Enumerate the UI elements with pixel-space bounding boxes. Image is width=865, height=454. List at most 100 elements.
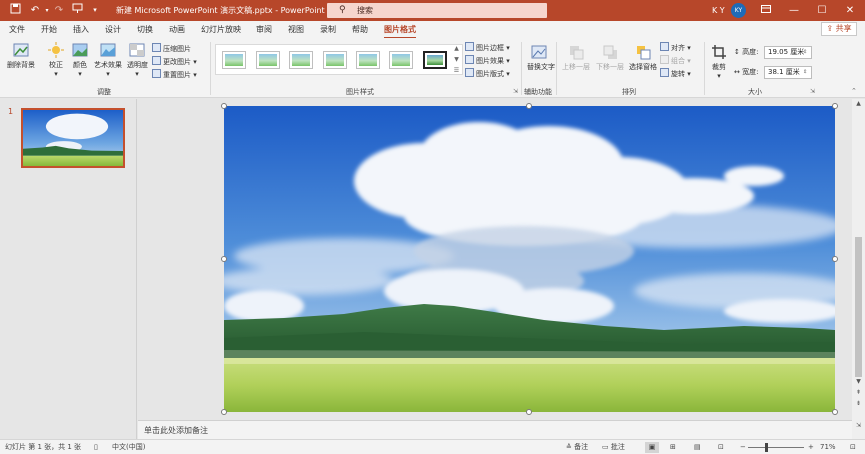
gallery-down-icon[interactable]: ▼ (452, 54, 461, 65)
align-button[interactable]: 对齐 ▾ (660, 42, 691, 53)
zoom-slider-thumb[interactable] (765, 443, 768, 452)
selection-pane-button[interactable]: 选择窗格 (627, 44, 659, 72)
color-button[interactable]: 颜色 ▾ (70, 42, 90, 78)
style-thumbnail[interactable] (256, 51, 280, 69)
resize-handle-nw[interactable] (221, 103, 227, 109)
avatar[interactable]: KY (731, 3, 746, 18)
tab-file[interactable]: 文件 (9, 23, 25, 37)
normal-view-icon[interactable]: ▣ (645, 442, 659, 453)
style-thumbnail[interactable] (423, 51, 447, 69)
scroll-down-icon[interactable]: ▼ (852, 378, 865, 385)
picture-effects-button[interactable]: 图片效果 ▾ (465, 55, 510, 66)
style-thumbnail[interactable] (356, 51, 380, 69)
fit-to-window-icon[interactable]: ⊡ (850, 442, 856, 453)
comments-toggle[interactable]: ▭ 批注 (602, 442, 625, 453)
bring-forward-button[interactable]: 上移一层 (560, 44, 592, 72)
close-icon[interactable]: ✕ (836, 0, 864, 21)
corrections-button[interactable]: 校正 ▾ (44, 42, 68, 78)
tab-record[interactable]: 录制 (320, 23, 336, 37)
transparency-dropdown-icon: ▾ (135, 70, 139, 78)
tab-view[interactable]: 视图 (288, 23, 304, 37)
tab-animations[interactable]: 动画 (169, 23, 185, 37)
slide-thumbnail[interactable] (21, 108, 125, 168)
search-box[interactable]: ⚲ 搜索 (327, 3, 547, 18)
picture-styles-gallery[interactable] (215, 44, 463, 75)
slide-sorter-icon[interactable]: ⊞ (670, 442, 676, 453)
resize-handle-se[interactable] (832, 409, 838, 415)
previous-slide-icon[interactable]: ⇞ (852, 389, 865, 396)
tab-design[interactable]: 设计 (105, 23, 121, 37)
send-backward-icon (603, 45, 617, 59)
crop-dropdown-icon: ▾ (717, 72, 721, 80)
remove-background-button[interactable]: 删除背景 (4, 42, 38, 70)
change-picture-button[interactable]: 更改图片 ▾ (152, 56, 197, 67)
tab-insert[interactable]: 插入 (73, 23, 89, 37)
gallery-up-icon[interactable]: ▲ (452, 43, 461, 54)
scroll-up-icon[interactable]: ▲ (852, 100, 865, 107)
notes-pane[interactable]: 单击此处添加备注 (138, 420, 852, 439)
gallery-more-icon[interactable]: ☰ (452, 65, 461, 76)
resize-handle-w[interactable] (221, 256, 227, 262)
zoom-level[interactable]: 71% (820, 442, 836, 453)
width-spinner[interactable]: ⇳ (803, 67, 807, 78)
style-thumbnail[interactable] (389, 51, 413, 69)
corrections-dropdown-icon: ▾ (54, 70, 58, 78)
style-thumbnail[interactable] (323, 51, 347, 69)
zoom-out-icon[interactable]: − (740, 442, 746, 453)
group-label-adjust: 调整 (97, 88, 111, 96)
ribbon-display-icon[interactable] (752, 0, 780, 21)
send-backward-button[interactable]: 下移一层 (594, 44, 626, 72)
minimize-icon[interactable]: — (780, 0, 808, 21)
artistic-effects-button[interactable]: 艺术效果 ▾ (93, 42, 123, 78)
present-icon[interactable] (70, 3, 84, 18)
notes-toggle[interactable]: ≙ 备注 (566, 442, 588, 453)
size-dialog-launcher-icon[interactable]: ⇲ (810, 88, 815, 95)
tab-help[interactable]: 帮助 (352, 23, 368, 37)
style-thumbnail[interactable] (222, 51, 246, 69)
slideshow-view-icon[interactable]: ⊡ (718, 442, 724, 453)
picture-layout-button[interactable]: 图片版式 ▾ (465, 68, 510, 79)
height-spinner[interactable]: ⇳ (803, 47, 807, 58)
resize-handle-n[interactable] (526, 103, 532, 109)
tab-slideshow[interactable]: 幻灯片放映 (201, 23, 241, 37)
reset-picture-button[interactable]: 重置图片 ▾ (152, 69, 197, 80)
accessibility-check-icon[interactable]: ▯ (94, 442, 98, 453)
fit-slide-icon[interactable]: ⇲ (852, 422, 865, 429)
next-slide-icon[interactable]: ⇟ (852, 400, 865, 407)
reset-picture-icon (152, 69, 161, 78)
resize-handle-s[interactable] (526, 409, 532, 415)
vertical-scrollbar[interactable]: ▲ ▼ ⇞ ⇟ ⇲ (852, 99, 865, 439)
customize-toolbar-icon[interactable]: ▾ (88, 3, 102, 18)
resize-handle-sw[interactable] (221, 409, 227, 415)
zoom-slider[interactable] (748, 447, 804, 448)
group-button[interactable]: 组合 ▾ (660, 55, 691, 66)
slide-number: 1 (8, 107, 14, 116)
crop-button[interactable]: 裁剪 ▾ (708, 44, 730, 80)
resize-handle-ne[interactable] (832, 103, 838, 109)
transparency-button[interactable]: 透明度 ▾ (127, 42, 148, 78)
share-button[interactable]: ⇪ 共享 (821, 22, 857, 36)
user-name[interactable]: K Y (712, 4, 725, 17)
alt-text-button[interactable]: 替换文字 (527, 44, 555, 72)
slide-picture[interactable] (224, 106, 835, 412)
redo-icon[interactable]: ↷ (52, 3, 66, 18)
style-thumbnail[interactable] (289, 51, 313, 69)
tab-transitions[interactable]: 切换 (137, 23, 153, 37)
picture-border-button[interactable]: 图片边框 ▾ (465, 42, 510, 53)
dialog-launcher-icon[interactable]: ⇲ (513, 88, 518, 95)
save-icon[interactable] (8, 3, 22, 18)
align-icon (660, 42, 669, 51)
maximize-icon[interactable]: ☐ (808, 0, 836, 21)
zoom-in-icon[interactable]: + (808, 442, 814, 453)
rotate-button[interactable]: 旋转 ▾ (660, 68, 691, 79)
tab-home[interactable]: 开始 (41, 23, 57, 37)
scroll-thumb[interactable] (855, 237, 862, 377)
tab-picture-format[interactable]: 图片格式 (384, 23, 416, 39)
gallery-scroll[interactable]: ▲ ▼ ☰ (452, 43, 461, 76)
resize-handle-e[interactable] (832, 256, 838, 262)
compress-pictures-button[interactable]: 压缩图片 (152, 43, 191, 54)
language-indicator[interactable]: 中文(中国) (112, 442, 145, 453)
reading-view-icon[interactable]: ▤ (694, 442, 701, 453)
collapse-ribbon-icon[interactable]: ⌃ (851, 87, 857, 95)
tab-review[interactable]: 审阅 (256, 23, 272, 37)
